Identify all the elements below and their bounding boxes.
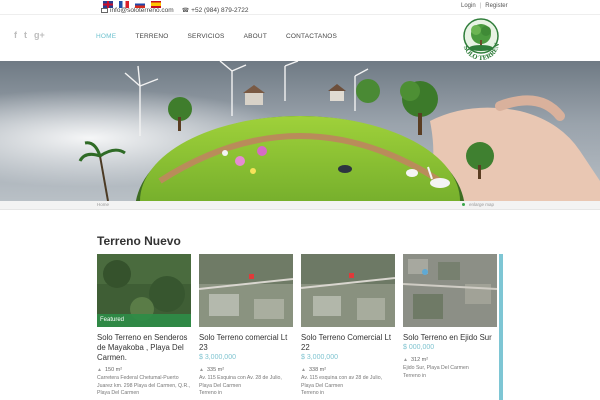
listing-title[interactable]: Solo Terreno en Ejido Sur — [403, 333, 497, 343]
listing-title[interactable]: Solo Terreno comercial Lt 23 — [199, 333, 293, 353]
site-header: f t g+ HOME TERRENO SERVICIOS ABOUT CONT… — [0, 12, 600, 64]
area-value: 312 m² — [410, 357, 429, 363]
hero-illustration — [0, 61, 600, 201]
listing-photo[interactable] — [199, 254, 293, 327]
listing-address: Ejido Sur, Playa Del Carmen — [403, 365, 469, 371]
area-icon: ▲ — [301, 367, 306, 373]
listing-photo[interactable]: Featured — [97, 254, 191, 327]
listing-address: Carretera Federal Chetumal-Puerto Juarez… — [97, 375, 191, 396]
listing-address: Av. 115 Esquina con Av. 28 de Julio, Pla… — [199, 375, 282, 389]
phone-icon: ☎ — [181, 8, 190, 14]
contact-email[interactable]: info@soloterreno.com — [110, 7, 174, 14]
listing-card[interactable]: Solo Terreno Comercial Lt 22 $ 3,000,000… — [301, 254, 395, 398]
page: info@soloterreno.com ☎ +52 (984) 879-272… — [0, 0, 600, 400]
nav-home[interactable]: HOME — [96, 33, 116, 40]
area-value: 150 m² — [104, 367, 123, 373]
login-link[interactable]: Login — [461, 3, 476, 9]
breadcrumb: Home enlarge map — [0, 201, 600, 210]
listing-area: ▲ 338 m² — [301, 366, 395, 374]
area-icon: ▲ — [403, 357, 408, 363]
area-icon: ▲ — [97, 367, 102, 373]
listing-area: ▲ 335 m² — [199, 366, 293, 374]
featured-badge: Featured — [97, 314, 191, 327]
listing-title[interactable]: Solo Terreno en Senderos de Mayakoba , P… — [97, 333, 191, 363]
section-title: Terreno Nuevo — [97, 234, 181, 248]
listing-photo[interactable] — [301, 254, 395, 327]
account-links: Login | Register — [461, 3, 508, 9]
enlarge-map-link[interactable]: enlarge map — [462, 202, 494, 207]
listing-address: Av. 115 esquina con av 28 de Julio, Play… — [301, 375, 383, 389]
google-plus-icon[interactable]: g+ — [34, 30, 45, 40]
hero-banner — [0, 61, 600, 201]
contact-info: info@soloterreno.com ☎ +52 (984) 879-272… — [101, 7, 248, 14]
listing-title[interactable]: Solo Terreno Comercial Lt 22 — [301, 333, 395, 353]
contact-phone[interactable]: +52 (984) 879-2722 — [191, 7, 248, 14]
map-dot-icon — [462, 203, 465, 206]
listing-area: ▲ 150 m² — [97, 366, 191, 374]
solo-terreno-logo[interactable]: SOLO TERRENO — [455, 12, 507, 64]
listing-type: Terreno in — [199, 390, 223, 396]
facebook-icon[interactable]: f — [14, 30, 17, 40]
area-value: 338 m² — [308, 367, 327, 373]
listing-price: $ 3,000,000 — [199, 354, 236, 361]
breadcrumb-home[interactable]: Home — [97, 202, 109, 207]
twitter-icon[interactable]: t — [24, 30, 27, 40]
nav-about[interactable]: ABOUT — [244, 33, 267, 40]
enlarge-map-label: enlarge map — [469, 202, 495, 207]
social-links: f t g+ — [14, 30, 45, 40]
top-contact-bar: info@soloterreno.com ☎ +52 (984) 879-272… — [0, 0, 600, 15]
listing-price: $ 3,000,000 — [301, 354, 338, 361]
area-icon: ▲ — [199, 367, 204, 373]
listing-type: Terreno in — [403, 372, 427, 379]
register-link[interactable]: Register — [485, 3, 507, 9]
main-nav: HOME TERRENO SERVICIOS ABOUT CONTACTANOS — [96, 33, 356, 40]
listing-area: ▲ 312 m² — [403, 356, 497, 364]
listing-photo[interactable] — [403, 254, 497, 327]
nav-servicios[interactable]: SERVICIOS — [188, 33, 225, 40]
listing-type: Terreno in — [301, 390, 325, 396]
area-value: 335 m² — [206, 367, 225, 373]
listing-price: $ 000,000 — [403, 344, 435, 351]
separator: | — [479, 3, 482, 9]
carousel-scrollbar[interactable] — [499, 254, 503, 400]
listing-card[interactable]: Solo Terreno en Ejido Sur $ 000,000 ▲ 31… — [403, 254, 497, 380]
nav-terreno[interactable]: TERRENO — [135, 33, 168, 40]
listing-card[interactable]: Solo Terreno comercial Lt 23 $ 3,000,000… — [199, 254, 293, 398]
listing-card[interactable]: Featured Solo Terreno en Senderos de May… — [97, 254, 191, 398]
nav-contactanos[interactable]: CONTACTANOS — [286, 33, 337, 40]
listings-carousel: Featured Solo Terreno en Senderos de May… — [97, 254, 503, 400]
mail-icon — [101, 8, 108, 13]
